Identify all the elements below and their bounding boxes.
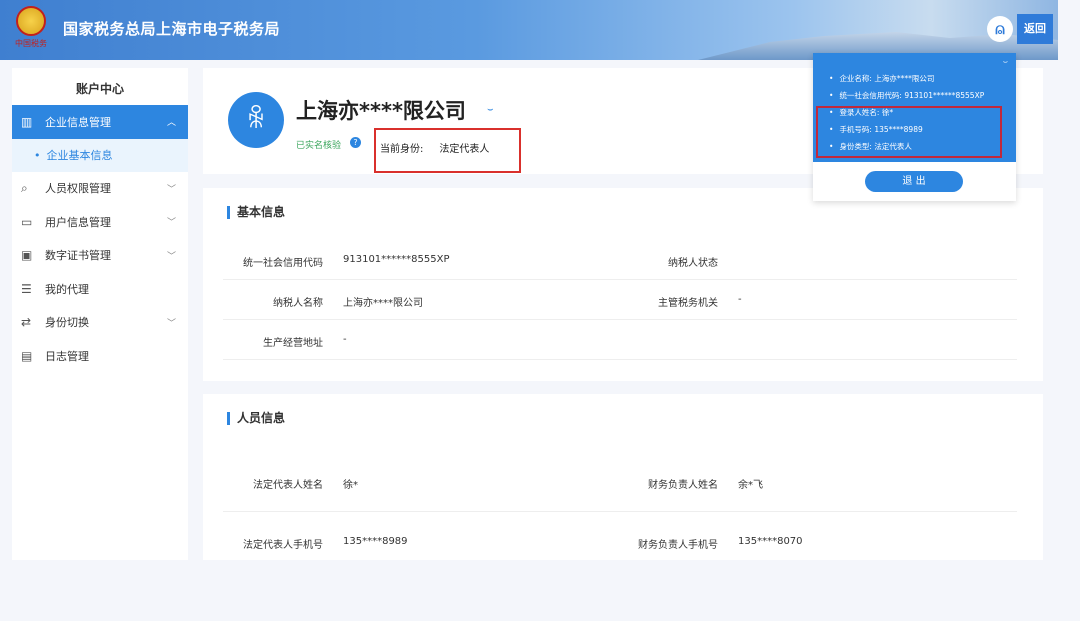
- sidebar-item-label: 企业信息管理: [45, 115, 111, 129]
- personnel-info-card: 人员信息 法定代表人姓名 徐* 财务负责人姓名 余*飞 法定代表人手机号 135***…: [203, 394, 1043, 560]
- sidebar-item-label: 我的代理: [45, 282, 89, 296]
- sidebar-title: 账户中心: [75, 82, 124, 96]
- field-label: 主管税务机关: [658, 298, 718, 309]
- popup-credit-code: 统一社会信用代码: 913101******8555XP: [829, 90, 1016, 107]
- sidebar: 账户中心 ▥ 企业信息管理 ︿ • 企业基本信息 ⌕ 人员权限管理 ﹀ ▭ 用户信息管理 ﹀ …: [12, 68, 188, 560]
- help-icon[interactable]: ?: [350, 137, 361, 148]
- sidebar-item-logs[interactable]: ▤ 日志管理: [12, 339, 188, 373]
- highlight-box: [816, 106, 1002, 158]
- section-title: 基本信息: [227, 206, 285, 219]
- eye-closed-icon[interactable]: ⌣: [1003, 57, 1008, 67]
- identity-value: 法定代表人: [439, 144, 490, 155]
- user-avatar-icon[interactable]: ⍝: [987, 16, 1013, 42]
- section-title: 人员信息: [227, 412, 285, 425]
- table-row: 法定代表人姓名 徐* 财务负责人姓名 余*飞: [223, 452, 1017, 512]
- sidebar-item-user-info[interactable]: ▭ 用户信息管理 ﹀: [12, 205, 188, 239]
- field-value: 135****8070: [738, 536, 803, 547]
- sidebar-item-agent[interactable]: ☰ 我的代理: [12, 272, 188, 306]
- field-value: -: [738, 294, 742, 305]
- log-icon: ▤: [21, 348, 33, 363]
- identity-label: 当前身份:: [380, 144, 424, 155]
- field-value: 上海亦****限公司: [343, 298, 423, 309]
- user-search-icon: ⌕: [21, 180, 28, 195]
- chevron-down-icon: ﹀: [166, 251, 176, 262]
- field-label: 法定代表人姓名: [253, 480, 323, 491]
- back-button[interactable]: 返回: [1017, 14, 1053, 44]
- logo-text: 中国税务: [15, 39, 47, 48]
- field-label: 纳税人名称: [273, 298, 323, 309]
- document-icon: ☰: [21, 281, 32, 296]
- field-value: -: [343, 334, 347, 345]
- user-card-icon: ▭: [21, 214, 33, 229]
- sidebar-item-enterprise-info[interactable]: ▥ 企业信息管理 ︿: [12, 105, 188, 139]
- chevron-down-icon: ﹀: [166, 184, 176, 195]
- field-label: 纳税人状态: [668, 258, 718, 269]
- chevron-down-icon: ﹀: [166, 318, 176, 329]
- field-value: 徐*: [343, 480, 358, 491]
- sidebar-item-switch-identity[interactable]: ⇄ 身份切换 ﹀: [12, 306, 188, 340]
- building-icon: ▥: [21, 114, 33, 129]
- field-label: 统一社会信用代码: [243, 258, 323, 269]
- tax-emblem-logo: 中国税务: [14, 6, 48, 52]
- sidebar-item-label: 身份切换: [45, 316, 89, 330]
- sidebar-item-label: 用户信息管理: [45, 215, 111, 229]
- chevron-down-icon: ﹀: [166, 218, 176, 229]
- current-identity: 当前身份: 法定代表人: [374, 128, 521, 173]
- basic-info-card: 基本信息 统一社会信用代码 913101******8555XP 纳税人状态 纳税…: [203, 188, 1043, 381]
- eye-closed-icon[interactable]: ⌣: [487, 104, 494, 115]
- user-info-popup: ⌣ 企业名称: 上海亦****限公司 统一社会信用代码: 913101*****…: [813, 53, 1016, 201]
- header: 中国税务 国家税务总局上海市电子税务局: [0, 0, 1058, 60]
- sidebar-item-label: 数字证书管理: [45, 249, 111, 263]
- table-row: 纳税人名称 上海亦****限公司 主管税务机关 -: [223, 280, 1017, 320]
- certificate-icon: ▣: [21, 248, 33, 263]
- sidebar-item-personnel[interactable]: ⌕ 人员权限管理 ﹀: [12, 172, 188, 206]
- table-row: 生产经营地址 -: [223, 320, 1017, 360]
- field-label: 法定代表人手机号: [243, 540, 323, 551]
- sidebar-item-label: 人员权限管理: [45, 182, 111, 196]
- field-label: 财务负责人手机号: [638, 540, 718, 551]
- table-row: 法定代表人手机号 135****8989 财务负责人手机号 135****8070: [223, 512, 1017, 552]
- popup-company: 企业名称: 上海亦****限公司: [829, 73, 1016, 90]
- site-title: 国家税务总局上海市电子税务局: [63, 20, 281, 38]
- field-value: 913101******8555XP: [343, 254, 450, 265]
- sidebar-subitem-label: 企业基本信息: [46, 149, 113, 162]
- field-value: 135****8989: [343, 536, 408, 547]
- company-group-icon: ꆜ: [228, 92, 284, 148]
- field-label: 财务负责人姓名: [648, 480, 718, 491]
- sidebar-item-certificate[interactable]: ▣ 数字证书管理 ﹀: [12, 239, 188, 273]
- field-label: 生产经营地址: [263, 338, 323, 349]
- verified-badge: 已实名核验: [296, 141, 342, 151]
- switch-icon: ⇄: [21, 315, 32, 330]
- sidebar-item-label: 日志管理: [45, 349, 89, 363]
- table-row: 统一社会信用代码 913101******8555XP 纳税人状态: [223, 240, 1017, 280]
- field-value: 余*飞: [738, 480, 763, 491]
- sidebar-subitem-basic-info[interactable]: • 企业基本信息: [12, 138, 188, 172]
- logout-button[interactable]: 退 出: [865, 171, 963, 192]
- chevron-up-icon: ︿: [166, 118, 176, 129]
- company-name: 上海亦****限公司: [296, 99, 466, 123]
